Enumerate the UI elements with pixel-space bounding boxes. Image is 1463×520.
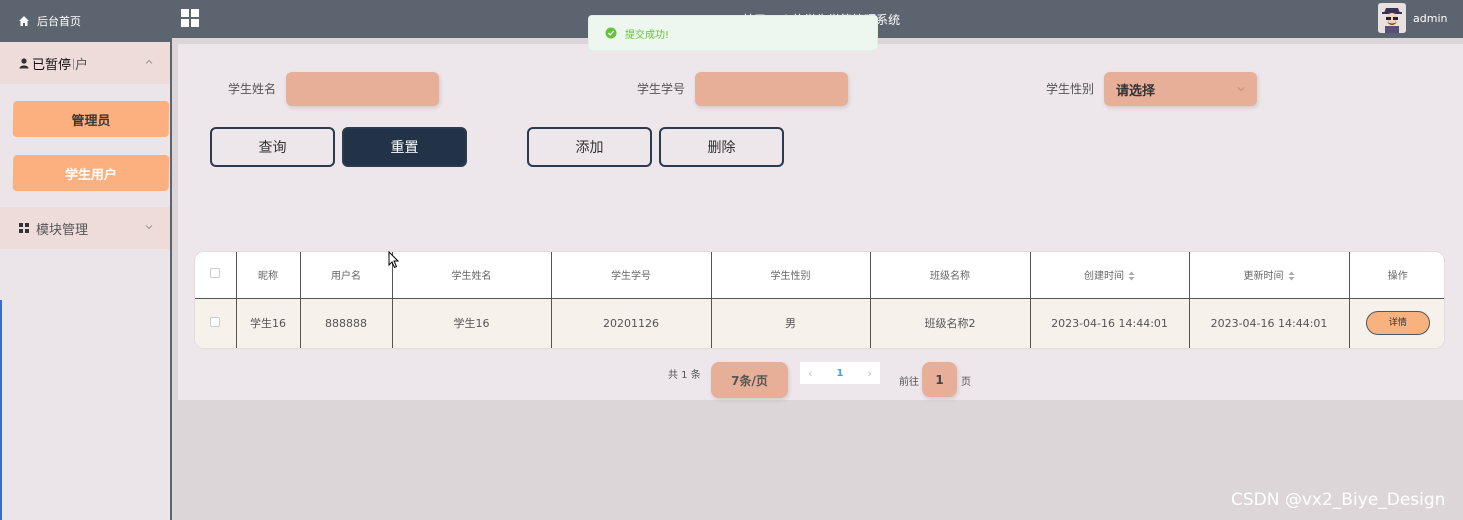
chevron-down-icon: [145, 225, 153, 230]
success-toast: 提交成功!: [588, 15, 878, 51]
student-name-label: 学生姓名: [228, 82, 277, 96]
cell-actions: 详情: [1349, 298, 1444, 348]
table-header-row: 昵称 用户名 学生姓名 学生学号 学生性别 班级名称 创建时间 更新时间 操作: [195, 252, 1444, 299]
cell-username: 888888: [300, 298, 393, 348]
window-edge: [0, 300, 2, 520]
column-header: 用户名: [300, 252, 393, 299]
sidebar-item-admin[interactable]: 管理员: [12, 101, 170, 137]
mouse-cursor-icon: [388, 251, 400, 269]
sidebar-group-modules[interactable]: 模块管理: [0, 207, 170, 249]
row-checkbox[interactable]: [210, 316, 221, 327]
column-header: 学生姓名: [392, 252, 552, 299]
column-header-created[interactable]: 创建时间: [1030, 252, 1190, 299]
select-all-cell[interactable]: [195, 252, 237, 299]
goto-prefix: 前往: [899, 377, 919, 388]
page-size-select[interactable]: 7条/页: [711, 362, 788, 398]
student-gender-label: 学生性别: [1046, 82, 1095, 96]
query-button[interactable]: 查询: [210, 127, 335, 167]
main-panel: 学生姓名 学生学号 学生性别 请选择 查询 重置 添加 删除 昵称 用户名 学生…: [178, 44, 1463, 400]
chevron-down-icon: [1237, 87, 1245, 92]
student-name-input[interactable]: [286, 72, 439, 106]
grid-icon: [19, 223, 29, 233]
select-all-checkbox[interactable]: [210, 268, 221, 279]
cell-student-no: 20201126: [551, 298, 712, 348]
gender-select-value: 请选择: [1116, 83, 1156, 99]
row-select-cell[interactable]: [195, 298, 237, 348]
check-circle-icon: [605, 27, 617, 39]
table-row: 学生16 888888 学生16 20201126 男 班级名称2 2023-0…: [195, 298, 1444, 348]
next-page-icon[interactable]: ›: [868, 367, 872, 380]
column-header: 学生性别: [711, 252, 871, 299]
cell-updated: 2023-04-16 14:44:01: [1189, 298, 1350, 348]
column-header: 学生学号: [551, 252, 712, 299]
user-name[interactable]: admin: [1413, 12, 1447, 25]
student-number-label: 学生学号: [637, 82, 686, 96]
column-header: 昵称: [236, 252, 301, 299]
goto-suffix: 页: [961, 377, 971, 388]
avatar-image-icon: [1378, 3, 1406, 33]
sidebar: 后台首页 学生用户 已暂停 管理员 学生用户 模块管理: [0, 0, 172, 520]
column-header: 操作: [1349, 252, 1444, 299]
pagination-pager: ‹ 1 ›: [800, 362, 880, 384]
sidebar-item-home[interactable]: 后台首页: [0, 0, 170, 42]
cell-class-name: 班级名称2: [870, 298, 1031, 348]
home-icon: [19, 16, 29, 26]
goto-page-input[interactable]: 1: [922, 362, 957, 397]
column-header-label: 创建时间: [1084, 271, 1124, 283]
cell-created: 2023-04-16 14:44:01: [1030, 298, 1190, 348]
cell-student-name: 学生16: [392, 298, 552, 348]
column-header-label: 更新时间: [1243, 271, 1284, 283]
delete-button[interactable]: 删除: [659, 127, 784, 167]
toast-message: 提交成功!: [625, 29, 670, 41]
watermark: CSDN @vx2_Biye_Design: [1231, 490, 1446, 510]
sort-icon[interactable]: [1288, 271, 1295, 281]
column-header: 班级名称: [870, 252, 1031, 299]
page-number-current[interactable]: 1: [837, 368, 844, 379]
prev-page-icon[interactable]: ‹: [808, 367, 812, 380]
sort-icon[interactable]: [1128, 271, 1135, 281]
paused-overlay-label: 已暂停: [30, 54, 74, 73]
avatar[interactable]: [1378, 3, 1406, 33]
chevron-up-icon: [145, 59, 153, 64]
cell-nickname: 学生16: [236, 298, 301, 348]
sidebar-item-student-users[interactable]: 学生用户: [12, 155, 170, 191]
cell-gender: 男: [711, 298, 871, 348]
menu-toggle-icon[interactable]: [181, 9, 199, 27]
sidebar-item-home-label: 后台首页: [37, 15, 81, 28]
pagination-total: 共 1 条: [668, 370, 701, 381]
student-number-input[interactable]: [695, 72, 848, 106]
detail-button[interactable]: 详情: [1365, 311, 1430, 336]
data-table: 昵称 用户名 学生姓名 学生学号 学生性别 班级名称 创建时间 更新时间 操作 …: [194, 251, 1445, 349]
user-icon: [19, 58, 29, 69]
sidebar-group-student-users[interactable]: 学生用户: [0, 42, 170, 84]
student-gender-select[interactable]: 请选择: [1104, 72, 1257, 106]
sidebar-group-modules-label: 模块管理: [36, 222, 89, 238]
add-button[interactable]: 添加: [527, 127, 652, 167]
column-header-updated[interactable]: 更新时间: [1189, 252, 1350, 299]
reset-button[interactable]: 重置: [342, 127, 467, 167]
